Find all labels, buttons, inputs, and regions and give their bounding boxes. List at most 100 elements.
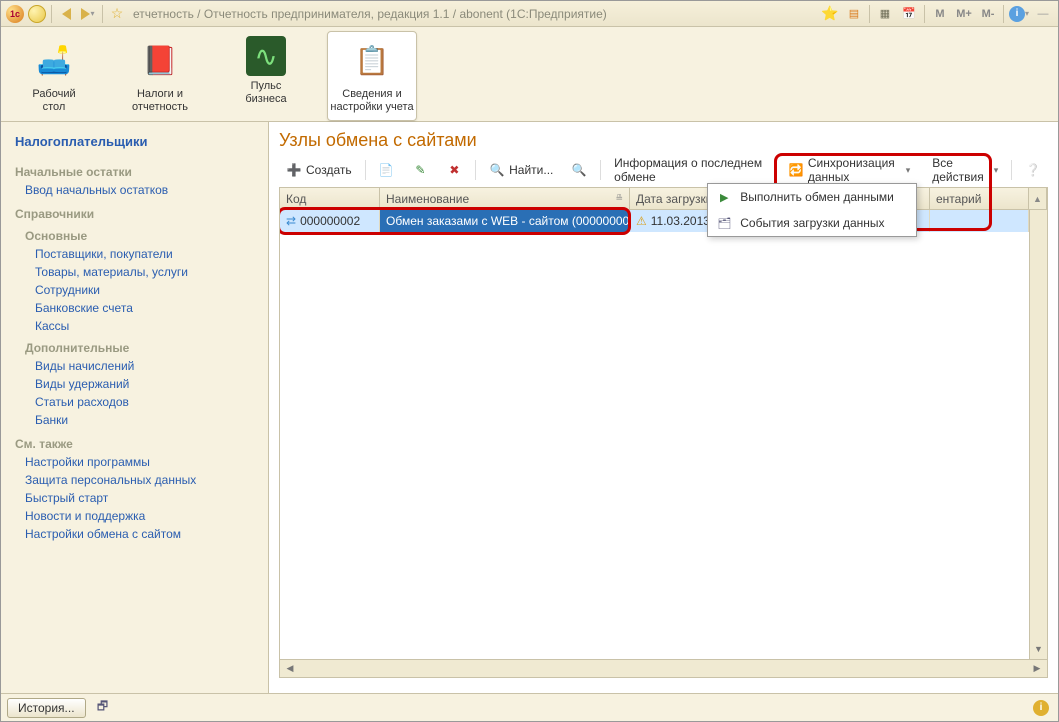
sidebar-link[interactable]: Банки [1,411,268,429]
exec-exchange-item[interactable]: ▶ Выполнить обмен данными [708,184,916,210]
sidebar-title[interactable]: Налогоплательщики [1,132,268,157]
help-icon: ❔ [1025,162,1041,178]
content-area: Узлы обмена с сайтами ➕ Создать 📄 ✎ ✖ 🔍 … [269,122,1058,693]
minimize-icon[interactable]: — [1032,4,1054,24]
section-label: Пульс бизнеса [224,80,308,106]
section-pulse[interactable]: ∿ Пульс бизнеса [221,31,311,113]
pulse-icon: ∿ [246,36,286,76]
sidebar-heading: Начальные остатки [1,157,268,181]
app-1c-icon[interactable]: 1c [5,4,25,24]
table-row[interactable]: ⇄ 000000002 Обмен заказами с WEB - сайто… [280,210,1047,232]
sidebar-link[interactable]: Статьи расходов [1,393,268,411]
nav-forward-icon[interactable]: ▾ [78,4,98,24]
windows-list-icon[interactable]: 🗗 [92,698,114,718]
favorite-star-icon[interactable]: ☆ [107,4,127,24]
sidebar: Налогоплательщики Начальные остатки Ввод… [1,122,269,693]
fav-add-icon[interactable]: ⭐ [819,4,841,24]
clear-search-icon: 🔍 [571,162,587,178]
rss-icon[interactable]: ▤ [843,4,865,24]
create-label: Создать [306,163,352,177]
delete-button[interactable]: ✖ [439,159,469,181]
sidebar-heading: Справочники [1,199,268,223]
clipboard-icon: 📋 [348,36,396,84]
sidebar-link[interactable]: Быстрый старт [1,489,268,507]
status-info-icon[interactable]: i [1030,698,1052,718]
sidebar-link[interactable]: Новости и поддержка [1,507,268,525]
sync-label: Синхронизация данных [808,156,900,184]
col-name-header[interactable]: Наименование≞ [380,188,630,209]
mem-mplus-button[interactable]: M+ [953,4,975,24]
sidebar-link[interactable]: Банковские счета [1,299,268,317]
section-taxes[interactable]: 📕 Налоги и отчетность [115,31,205,121]
sidebar-subheading: Дополнительные [1,335,268,357]
sidebar-link[interactable]: Ввод начальных остатков [1,181,268,199]
scroll-right-icon[interactable]: ▶ [1029,662,1045,676]
create-button[interactable]: ➕ Создать [279,159,359,181]
pencil-icon: ✎ [412,162,428,178]
node-icon: ⇄ [286,214,296,228]
events-icon: 🗂 [716,215,732,231]
section-label: Налоги и отчетность [118,88,202,114]
sidebar-link[interactable]: Виды удержаний [1,375,268,393]
edit-button[interactable]: ✎ [405,159,435,181]
sidebar-heading: См. также [1,429,268,453]
titlebar: 1c ▾ ☆ етчетность / Отчетность предприни… [1,1,1058,27]
copy-button[interactable]: 📄 [371,159,401,181]
col-comment-header[interactable]: ентарий [930,188,1029,209]
toolbar: ➕ Создать 📄 ✎ ✖ 🔍 Найти... 🔍 Информация … [279,157,1048,183]
load-events-item[interactable]: 🗂 События загрузки данных [708,210,916,236]
nav-back-icon[interactable] [56,4,76,24]
sidebar-link[interactable]: Защита персональных данных [1,471,268,489]
info-label: Информация о последнем обмене [614,156,762,184]
help-button[interactable]: ❔ [1018,159,1048,181]
nav-home-icon[interactable] [27,4,47,24]
window-title: етчетность / Отчетность предпринимателя,… [133,7,607,21]
vertical-scrollbar[interactable]: ▼ [1029,210,1047,659]
page-title: Узлы обмена с сайтами [279,130,1048,151]
sync-data-dropdown[interactable]: 🔁 Синхронизация данных [782,159,917,181]
section-desktop[interactable]: 🛋️ Рабочий стол [9,31,99,121]
plus-icon: ➕ [286,162,302,178]
delete-icon: ✖ [446,162,462,178]
sidebar-link[interactable]: Виды начислений [1,357,268,375]
section-label: Рабочий стол [12,88,96,114]
mem-m-button[interactable]: M [929,4,951,24]
clear-find-button[interactable]: 🔍 [564,159,594,181]
cell-comment [930,210,1029,232]
grid-header: Код Наименование≞ Дата загрузки ентарий … [280,188,1047,210]
all-actions-dropdown[interactable]: Все действия [925,159,1005,181]
all-actions-label: Все действия [932,156,987,184]
search-icon: 🔍 [489,162,505,178]
book-icon: 📕 [136,36,184,84]
last-exchange-info-button[interactable]: Информация о последнем обмене [607,159,769,181]
scroll-up-icon[interactable]: ▲ [1029,188,1047,209]
history-button[interactable]: История... [7,698,86,718]
sidebar-link[interactable]: Настройки обмена с сайтом [1,525,268,543]
statusbar: История... 🗗 i [1,693,1058,721]
scroll-left-icon[interactable]: ◀ [282,662,298,676]
mem-mminus-button[interactable]: M- [977,4,999,24]
section-settings[interactable]: 📋 Сведения и настройки учета [327,31,417,121]
horizontal-scrollbar[interactable]: ◀ ▶ [280,659,1047,677]
cell-name: Обмен заказами с WEB - сайтом (000000002… [380,210,630,232]
sync-icon: 🔁 [789,162,804,178]
copy-icon: 📄 [378,162,394,178]
sidebar-subheading: Основные [1,223,268,245]
sidebar-link[interactable]: Настройки программы [1,453,268,471]
sidebar-link[interactable]: Товары, материалы, услуги [1,263,268,281]
sidebar-link[interactable]: Поставщики, покупатели [1,245,268,263]
calendar-icon[interactable]: 📅 [898,4,920,24]
sidebar-link[interactable]: Сотрудники [1,281,268,299]
scroll-down-icon[interactable]: ▼ [1032,641,1046,657]
sidebar-link[interactable]: Кассы [1,317,268,335]
sync-dropdown-menu: ▶ Выполнить обмен данными 🗂 События загр… [707,183,917,237]
calc-icon[interactable]: ▦ [874,4,896,24]
col-code-header[interactable]: Код [280,188,380,209]
info-icon[interactable]: i▾ [1008,4,1030,24]
warning-icon: ⚠ [636,214,647,228]
section-label: Сведения и настройки учета [330,88,414,114]
events-label: События загрузки данных [740,216,884,230]
desktop-icon: 🛋️ [30,36,78,84]
find-label: Найти... [509,163,553,177]
find-button[interactable]: 🔍 Найти... [482,159,560,181]
